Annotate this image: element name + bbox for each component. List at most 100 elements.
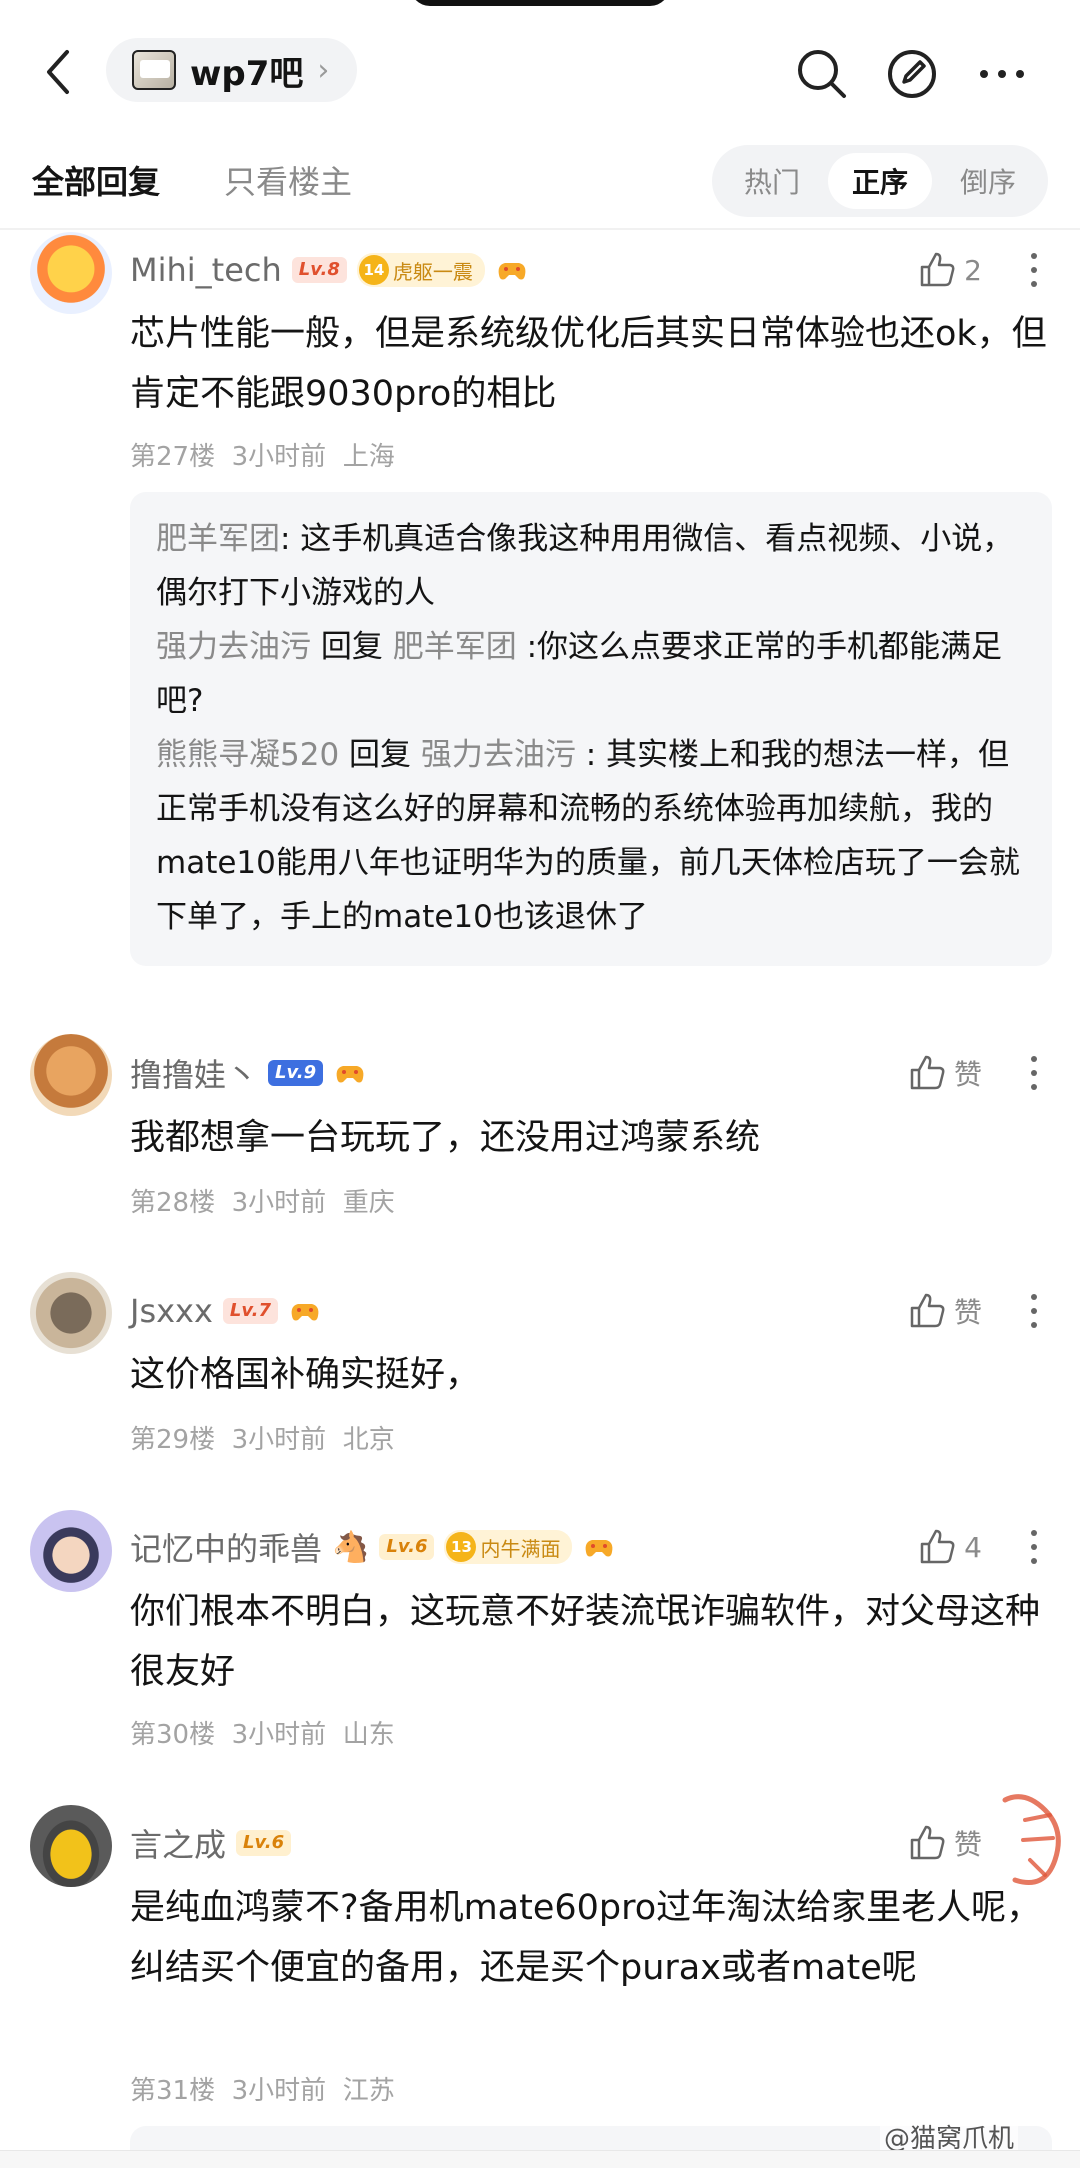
post-location: 重庆 [342, 1188, 395, 1218]
tab-all-replies[interactable]: 全部回复 [32, 157, 160, 203]
forum-name: wp7吧 [190, 53, 304, 94]
gamepad-icon [498, 263, 526, 280]
avatar[interactable] [30, 232, 112, 314]
tab-op-only[interactable]: 只看楼主 [224, 157, 352, 203]
username[interactable]: 言之成 [130, 1820, 226, 1866]
floor-number: 第30楼 [130, 1720, 216, 1750]
comment-text: 是纯血鸿蒙不?备用机mate60pro过年淘汰给家里老人呢，纠结买个便宜的备用，… [130, 1888, 1042, 1988]
comment-meta: 第28楼 3小时前 重庆 [130, 1182, 395, 1219]
sub-replies[interactable]: 肥羊军团: 这手机真适合像我这种用用微信、看点视频、小说，偶尔打下小游戏的人 强… [130, 492, 1052, 966]
like-button[interactable]: 2 [918, 245, 982, 295]
more-button[interactable] [972, 44, 1032, 104]
thumbs-up-icon [920, 1529, 955, 1564]
reply-target[interactable]: 强力去油污 [421, 737, 576, 773]
like-label: 赞 [953, 1058, 982, 1091]
level-badge: Lv.8 [291, 257, 347, 283]
username[interactable]: Jsxxx [130, 1292, 213, 1330]
level-badge: Lv.9 [268, 1060, 324, 1086]
comment-meta: 第29楼 3小时前 北京 [130, 1419, 395, 1456]
level-badge: Lv.7 [222, 1298, 279, 1324]
post-time: 3小时前 [231, 1425, 327, 1455]
reply-author[interactable]: 肥羊军团 [156, 521, 280, 557]
floor-number: 第27楼 [130, 442, 216, 472]
comment-text: 这价格国补确实挺好， [130, 1355, 481, 1395]
badge-text: 内牛满面 [480, 1536, 561, 1561]
more-options-button[interactable] [1028, 1522, 1040, 1572]
like-button[interactable]: 4 [918, 1522, 982, 1572]
thumbs-up-icon [910, 1825, 945, 1860]
like-count: 2 [964, 253, 982, 287]
sort-segmented-control: 热门 正序 倒序 [712, 145, 1048, 217]
sub-reply: 肥羊军团: 这手机真适合像我这种用用微信、看点视频、小说，偶尔打下小游戏的人 [156, 512, 1026, 620]
username[interactable]: 撸撸娃丶 [130, 1050, 258, 1096]
like-label: 赞 [953, 1828, 982, 1861]
thumbs-up-icon [920, 252, 955, 287]
more-icon [980, 70, 1024, 78]
badge-number: 13 [446, 1532, 477, 1562]
chevron-left-icon [47, 50, 69, 94]
back-button[interactable] [36, 40, 80, 104]
honor-badge: 13 内牛满面 [444, 1530, 573, 1564]
honor-badge: 14 虎躯一震 [356, 253, 485, 287]
chevron-right-icon: › [317, 52, 330, 88]
like-button[interactable]: 赞 [908, 1286, 982, 1336]
avatar[interactable] [30, 1272, 112, 1354]
comment-meta: 第27楼 3小时前 上海 [130, 436, 395, 473]
badge-text: 虎躯一震 [392, 259, 473, 284]
edit-icon [888, 50, 936, 98]
reply-verb: 回复 [311, 629, 393, 665]
horse-emoji: 🐴 [332, 1529, 370, 1565]
forum-entry-button[interactable]: wp7吧 › [106, 38, 358, 102]
filter-row: 全部回复 只看楼主 热门 正序 倒序 [0, 145, 1080, 225]
sort-asc[interactable]: 正序 [828, 153, 932, 209]
avatar[interactable] [30, 1034, 112, 1116]
thumbs-up-icon [910, 1055, 945, 1090]
floor-number: 第29楼 [130, 1425, 216, 1455]
comment-text: 我都想拿一台玩玩了，还没用过鸿蒙系统 [130, 1118, 761, 1158]
sort-hot[interactable]: 热门 [720, 153, 824, 209]
gamepad-icon [586, 1540, 613, 1557]
like-label: 赞 [953, 1296, 982, 1329]
more-options-button[interactable] [1028, 1286, 1040, 1336]
more-options-button[interactable] [1028, 245, 1040, 295]
floor-number: 第28楼 [130, 1188, 216, 1218]
like-button[interactable]: 赞 [908, 1048, 982, 1098]
edit-button[interactable] [882, 44, 942, 104]
post-location: 山东 [342, 1720, 395, 1750]
avatar[interactable] [30, 1510, 112, 1592]
badge-number: 14 [358, 255, 389, 285]
sub-reply: 熊熊寻凝520 回复 强力去油污 : 其实楼上和我的想法一样，但正常手机没有这么… [156, 728, 1026, 944]
gamepad-icon [336, 1066, 364, 1083]
level-badge: Lv.6 [236, 1830, 292, 1856]
floor-number: 第31楼 [130, 2076, 216, 2106]
post-location: 江苏 [342, 2076, 395, 2106]
search-button[interactable] [792, 44, 852, 104]
sub-reply: 强力去油污 回复 肥羊军团 :你这么点要求正常的手机都能满足吧? [156, 620, 1026, 728]
avatar[interactable] [30, 1805, 112, 1887]
comment-meta: 第30楼 3小时前 山东 [130, 1714, 395, 1751]
reply-author[interactable]: 强力去油污 [156, 629, 311, 665]
bottom-input-bar[interactable] [0, 2150, 1080, 2168]
reply-target[interactable]: 肥羊军团 [393, 629, 517, 665]
like-button[interactable]: 赞 [908, 1818, 982, 1868]
sort-desc[interactable]: 倒序 [936, 153, 1040, 209]
post-time: 3小时前 [231, 2076, 327, 2106]
reply-author[interactable]: 熊熊寻凝520 [156, 737, 339, 773]
seal-stamp [1002, 1794, 1061, 1885]
divider [0, 228, 1080, 230]
more-options-button[interactable] [1028, 1048, 1040, 1098]
gamepad-icon [291, 1304, 319, 1321]
post-time: 3小时前 [231, 442, 327, 472]
username[interactable]: Mihi_tech [130, 251, 282, 289]
comment-meta: 第31楼 3小时前 江苏 [130, 2070, 395, 2107]
comment-text: 你们根本不明白，这玩意不好装流氓诈骗软件，对父母这种很友好 [130, 1592, 1041, 1692]
search-icon [798, 50, 846, 98]
top-bar: wp7吧 › [0, 0, 1080, 145]
post-time: 3小时前 [231, 1188, 327, 1218]
comment-text: 芯片性能一般，但是系统级优化后其实日常体验也还ok，但肯定不能跟9030pro的… [130, 314, 1047, 414]
like-count: 4 [964, 1530, 982, 1564]
post-location: 上海 [342, 442, 395, 472]
username[interactable]: 记忆中的乖兽 [130, 1524, 322, 1570]
post-location: 北京 [342, 1425, 395, 1455]
level-badge: Lv.6 [379, 1534, 435, 1560]
